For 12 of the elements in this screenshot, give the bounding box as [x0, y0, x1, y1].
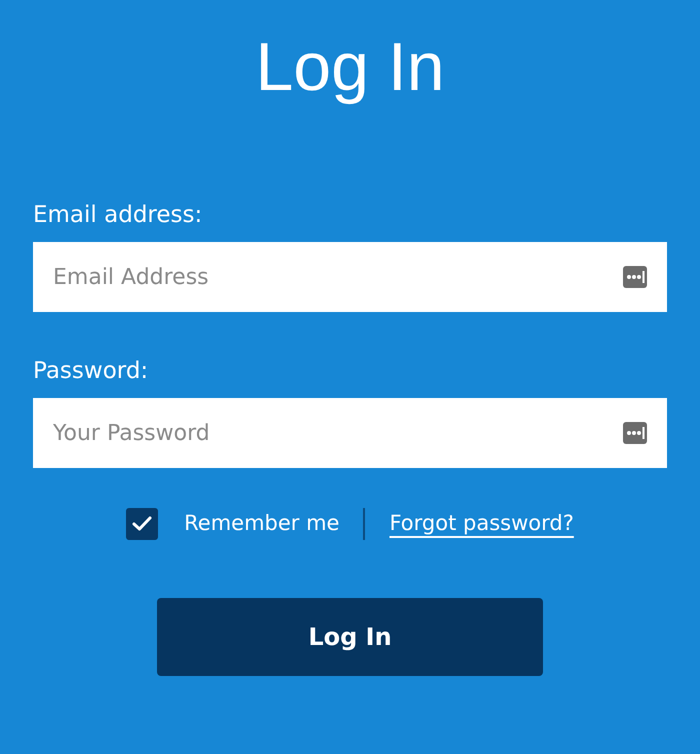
password-manager-icon[interactable]	[623, 422, 647, 444]
checkmark-icon	[132, 516, 152, 532]
password-manager-icon[interactable]	[623, 266, 647, 288]
page-title: Log In	[255, 28, 445, 107]
input-field[interactable]: Your Password	[33, 398, 667, 468]
input-field[interactable]: Email Address	[33, 242, 667, 312]
login-button[interactable]: Log In	[157, 598, 543, 676]
field-label: Email address:	[33, 201, 202, 230]
remember-checkbox[interactable]	[126, 508, 158, 540]
checkbox-label: Remember me	[184, 510, 340, 538]
forgot-password-link[interactable]: Forgot password?	[389, 508, 574, 540]
field-label: Password:	[33, 357, 148, 386]
